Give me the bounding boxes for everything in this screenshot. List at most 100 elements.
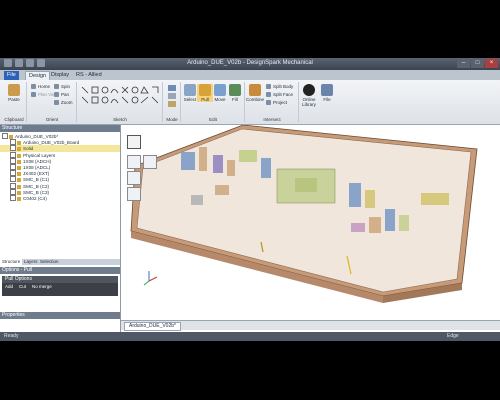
- checkbox-icon[interactable]: [10, 176, 16, 183]
- pivot-tool-icon[interactable]: [143, 155, 157, 169]
- panel-tabs: Structure Layers Selection: [0, 259, 120, 265]
- fill-icon: [229, 84, 241, 96]
- paste-icon: [8, 84, 20, 96]
- combine-label: Combine: [246, 97, 265, 102]
- move-button[interactable]: Move: [212, 84, 228, 102]
- close-button[interactable]: ×: [485, 59, 498, 68]
- section-mode-icon[interactable]: [168, 93, 176, 99]
- file-label: File: [323, 97, 331, 102]
- pull-icon: [199, 84, 211, 96]
- minimize-button[interactable]: –: [457, 59, 470, 68]
- checkbox-icon[interactable]: [10, 170, 16, 177]
- spin-label: Spin: [61, 84, 71, 89]
- checkbox-icon[interactable]: [10, 194, 16, 201]
- project-label: Project: [273, 100, 288, 105]
- group-label-intersect: Intersect: [263, 117, 281, 122]
- combine-button[interactable]: Combine: [246, 84, 264, 102]
- home-icon: [31, 84, 36, 89]
- group-sketch: Sketch: [78, 82, 163, 122]
- split-body-button[interactable]: Split Body: [266, 83, 293, 90]
- document-tab-bar: Arduino_DUE_V02b*: [121, 320, 500, 331]
- tab-structure[interactable]: Structure: [0, 259, 23, 265]
- split-body-icon: [266, 84, 271, 89]
- sketch-mode-icon[interactable]: [168, 85, 176, 91]
- select-arrow-icon: [184, 84, 196, 96]
- tab-file[interactable]: File: [4, 71, 19, 80]
- plan-view-icon: [31, 92, 36, 97]
- 3d-viewport[interactable]: [121, 124, 500, 332]
- ribbon-tabs: File Design Display RS - Allied: [0, 70, 500, 81]
- group-label-edit: Edit: [209, 117, 217, 122]
- split-face-label: Split Face: [273, 92, 294, 97]
- insert-file-button[interactable]: File: [319, 84, 335, 102]
- checkbox-icon[interactable]: [10, 157, 16, 164]
- checkbox-icon[interactable]: [2, 133, 8, 139]
- pull-button[interactable]: Pull: [197, 84, 213, 102]
- select-label: Select: [183, 97, 197, 102]
- zoom-label: Zoom: [61, 100, 73, 105]
- group-label-sketch: Sketch: [113, 117, 127, 122]
- window-controls: – □ ×: [457, 59, 498, 68]
- checkbox-icon[interactable]: [10, 145, 16, 152]
- tab-selection[interactable]: Selection: [38, 259, 61, 265]
- direction-tool-icon[interactable]: [127, 171, 141, 185]
- select-button[interactable]: Select: [182, 84, 198, 102]
- tree-item[interactable]: C0402 (C4): [0, 194, 120, 201]
- paste-button[interactable]: Paste: [6, 84, 22, 102]
- pull-tool-icon[interactable]: [127, 155, 141, 169]
- tab-display[interactable]: Display: [48, 71, 72, 80]
- sketch-tool-icons[interactable]: [81, 86, 159, 104]
- sketch-tools: [81, 86, 159, 104]
- checkbox-icon[interactable]: [10, 151, 16, 158]
- ribbon: Paste Clipboard Home Plan View Spin Pan …: [0, 80, 500, 125]
- home-label: Home: [38, 84, 51, 89]
- online-library-button[interactable]: Online Library: [300, 84, 318, 107]
- group-label-mode: Mode: [166, 117, 178, 122]
- split-face-icon: [266, 92, 271, 97]
- cut-option[interactable]: Cut: [19, 283, 26, 290]
- checkbox-icon[interactable]: [10, 139, 16, 146]
- group-mode: Mode: [164, 82, 181, 122]
- project-button[interactable]: Project: [266, 99, 287, 106]
- fill-button[interactable]: Fill: [227, 84, 243, 102]
- selection-filter[interactable]: Edge: [447, 332, 459, 341]
- zoom-icon: [54, 100, 59, 105]
- enclosure-model[interactable]: [121, 124, 500, 320]
- pull-options-panel: Pull Options Add Cut No merge: [2, 276, 118, 296]
- status-bar: Ready Edge: [0, 332, 500, 341]
- structure-tree: Arduino_DUE_V02b* Arduino_DUE_V02b_Board…: [0, 133, 120, 201]
- group-label-clipboard: Clipboard: [4, 117, 24, 122]
- properties-header: Properties: [0, 312, 120, 319]
- app-window: Arduino_DUE_V02b - DesignSpark Mechanica…: [0, 58, 500, 341]
- move-icon: [214, 84, 226, 96]
- split-face-button[interactable]: Split Face: [266, 91, 293, 98]
- no-merge-option[interactable]: No merge: [32, 283, 52, 290]
- checkbox-icon[interactable]: [10, 163, 16, 170]
- checkbox-icon[interactable]: [10, 188, 16, 195]
- title-bar: Arduino_DUE_V02b - DesignSpark Mechanica…: [0, 58, 500, 70]
- zoom-button[interactable]: Zoom: [54, 99, 73, 106]
- pan-button[interactable]: Pan: [54, 91, 69, 98]
- home-button[interactable]: Home: [31, 83, 50, 90]
- structure-header: Structure: [0, 125, 120, 132]
- up-to-tool-icon[interactable]: [127, 187, 141, 201]
- tab-rs-allied[interactable]: RS - Allied: [73, 71, 105, 80]
- document-tab[interactable]: Arduino_DUE_V02b*: [124, 322, 181, 331]
- spin-icon: [54, 84, 59, 89]
- enclosure-body: [130, 124, 478, 303]
- spin-button[interactable]: Spin: [54, 83, 70, 90]
- project-icon: [266, 100, 271, 105]
- tree-item-label: C0402 (C4): [23, 195, 47, 201]
- select-tool-icon[interactable]: [127, 135, 141, 149]
- add-option[interactable]: Add: [5, 283, 13, 290]
- checkbox-icon[interactable]: [10, 182, 16, 189]
- tab-layers[interactable]: Layers: [22, 259, 40, 265]
- 3d-mode-icon[interactable]: [168, 101, 176, 107]
- paste-label: Paste: [8, 97, 20, 102]
- pan-label: Pan: [61, 92, 70, 97]
- pan-icon: [54, 92, 59, 97]
- combine-icon: [249, 84, 261, 96]
- online-library-label: Online Library: [302, 97, 316, 107]
- maximize-button[interactable]: □: [471, 59, 484, 68]
- options-header: Options - Pull: [0, 267, 120, 274]
